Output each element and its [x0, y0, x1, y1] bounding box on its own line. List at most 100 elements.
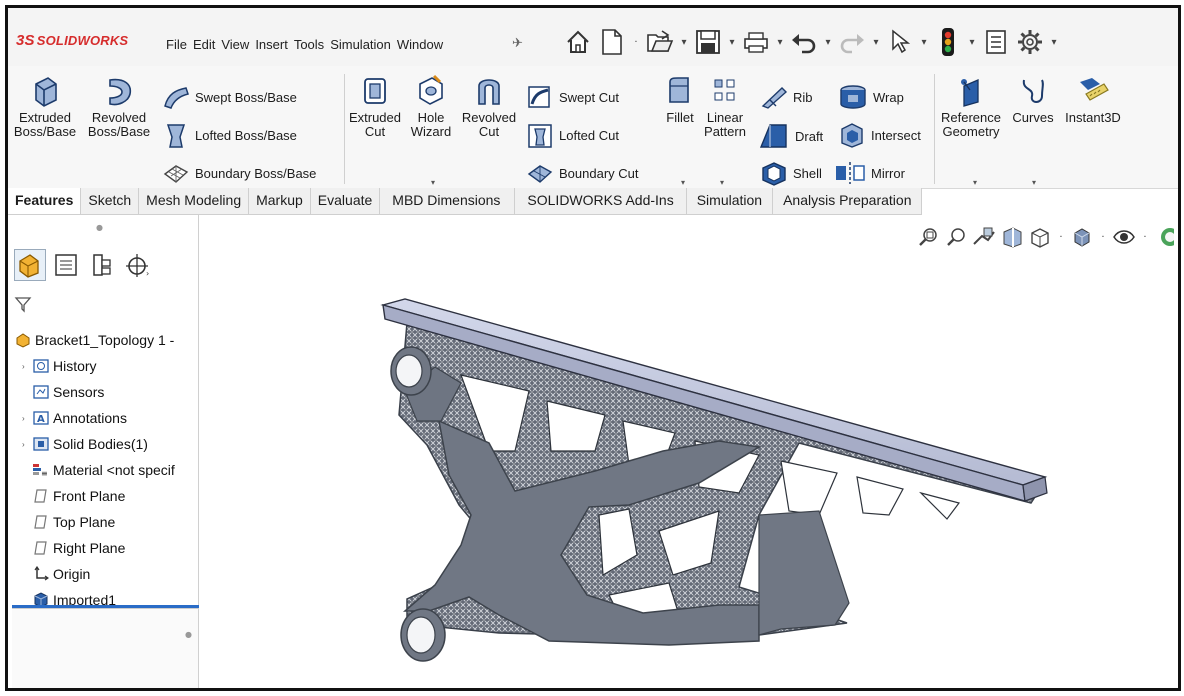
undo-dropdown-icon[interactable]: ▾	[823, 37, 833, 48]
instant3d-button[interactable]: Instant3D	[1060, 74, 1126, 125]
swept-cut-button[interactable]: Swept Cut	[526, 84, 619, 110]
swept-cut-icon	[528, 86, 550, 108]
graphics-area[interactable]: · · ·	[199, 215, 1178, 688]
tab-sketch[interactable]: Sketch	[81, 188, 140, 214]
tree-item-material[interactable]: ≡ Material <not specif	[14, 457, 175, 483]
tab-evaluate[interactable]: Evaluate	[311, 188, 381, 214]
select-icon[interactable]	[885, 26, 915, 58]
traffic-dropdown-icon[interactable]: ▾	[967, 37, 977, 48]
save-dropdown-icon[interactable]: ▾	[727, 37, 737, 48]
new-dropdown-icon[interactable]: ·	[631, 37, 641, 48]
tree-item-front-plane[interactable]: Front Plane	[14, 483, 175, 509]
expand-arrow-icon[interactable]: ›	[22, 414, 32, 423]
menu-window[interactable]: Window	[397, 37, 443, 52]
boundary-boss-button[interactable]: Boundary Boss/Base	[162, 160, 316, 186]
curves-button[interactable]: Curves	[1006, 74, 1060, 125]
lofted-cut-button[interactable]: Lofted Cut	[526, 121, 619, 149]
tab-simulation[interactable]: Simulation	[687, 188, 774, 214]
open-icon[interactable]	[645, 26, 675, 58]
redo-dropdown-icon[interactable]: ▾	[871, 37, 881, 48]
menu-view[interactable]: View	[221, 37, 249, 52]
tree-item-solid-bodies[interactable]: › Solid Bodies(1)	[14, 431, 175, 457]
logo-text: SOLIDWORKS	[36, 33, 129, 48]
revolved-cut-label-2: Cut	[478, 124, 500, 139]
undo-icon[interactable]	[789, 26, 819, 58]
shell-button[interactable]: Shell	[760, 160, 822, 186]
wrap-label: Wrap	[873, 89, 904, 105]
tree-item-sensors[interactable]: Sensors	[14, 379, 175, 405]
draft-button[interactable]: Draft	[758, 121, 823, 151]
hole-wizard-button[interactable]: Hole Wizard	[406, 74, 456, 139]
menu-edit[interactable]: Edit	[193, 37, 215, 52]
pin-icon[interactable]: ✈	[512, 36, 523, 51]
extruded-boss-button[interactable]: Extruded Boss/Base	[8, 74, 82, 139]
configuration-manager-tab-icon[interactable]	[86, 249, 118, 281]
revolved-boss-button[interactable]: Revolved Boss/Base	[82, 74, 156, 139]
extruded-cut-button[interactable]: Extruded Cut	[344, 74, 406, 139]
tree-item-top-plane[interactable]: Top Plane	[14, 509, 175, 535]
tab-mbd-dimensions[interactable]: MBD Dimensions	[380, 188, 516, 214]
print-dropdown-icon[interactable]: ▾	[775, 37, 785, 48]
tab-analysis-preparation[interactable]: Analysis Preparation	[773, 188, 923, 214]
fillet-label: Fillet	[666, 110, 694, 125]
revolved-cut-button[interactable]: Revolved Cut	[456, 74, 522, 139]
feature-manager-tab-icon[interactable]	[14, 249, 46, 281]
menu-tools[interactable]: Tools	[294, 37, 324, 52]
traffic-light-icon[interactable]	[933, 26, 963, 58]
rib-button[interactable]: Rib	[760, 84, 813, 110]
select-dropdown-icon[interactable]: ▾	[919, 37, 929, 48]
menu-insert[interactable]: Insert	[255, 37, 288, 52]
material-icon: ≡	[32, 462, 50, 478]
tree-item-annotations[interactable]: › A Annotations	[14, 405, 175, 431]
app-window: 3S SOLIDWORKS File Edit View Insert Tools…	[5, 5, 1181, 691]
tree-item-origin[interactable]: Origin	[14, 561, 175, 587]
file-properties-icon[interactable]	[981, 26, 1011, 58]
expand-arrow-icon[interactable]: ›	[22, 440, 32, 449]
redo-icon[interactable]	[837, 26, 867, 58]
print-icon[interactable]	[741, 26, 771, 58]
quick-access-toolbar: · ▾ ▾ ▾ ▾ ▾ ▾ ▾ ▾	[563, 22, 1059, 62]
tree-item-history[interactable]: › History	[14, 353, 175, 379]
tab-features[interactable]: Features	[8, 188, 82, 214]
save-icon[interactable]	[693, 26, 723, 58]
tab-solidworks-add-ins[interactable]: SOLIDWORKS Add-Ins	[515, 188, 687, 214]
expand-arrow-icon[interactable]: ›	[22, 362, 32, 371]
svg-text:≡: ≡	[41, 469, 48, 478]
panel-grip-icon[interactable]: ●	[96, 223, 103, 232]
curves-icon	[1022, 79, 1044, 103]
intersect-label: Intersect	[871, 127, 921, 143]
open-dropdown-icon[interactable]: ▾	[679, 37, 689, 48]
curves-label: Curves	[1012, 110, 1054, 125]
hole-series-dropdown-icon[interactable]: ▾	[431, 178, 435, 187]
solidworks-logo[interactable]: 3S SOLIDWORKS	[16, 32, 128, 49]
mirror-button[interactable]: Mirror	[834, 160, 905, 186]
fillet-dropdown-icon[interactable]: ▾	[681, 178, 685, 187]
bracket-topology-model[interactable]	[199, 215, 1178, 688]
property-manager-tab-icon[interactable]	[50, 249, 82, 281]
fillet-button[interactable]: Fillet	[660, 74, 700, 125]
wrap-button[interactable]: Wrap	[838, 84, 904, 110]
intersect-button[interactable]: Intersect	[838, 121, 921, 149]
panel-scroll-grip-icon[interactable]: ●	[185, 630, 192, 639]
extruded-boss-label-1: Extruded	[18, 110, 72, 125]
tab-markup[interactable]: Markup	[249, 188, 311, 214]
boundary-cut-button[interactable]: Boundary Cut	[526, 160, 639, 186]
options-dropdown-icon[interactable]: ▾	[1049, 37, 1059, 48]
new-document-icon[interactable]	[597, 26, 627, 58]
menu-file[interactable]: File	[166, 37, 187, 52]
reference-dropdown-icon[interactable]: ▾	[973, 178, 977, 187]
tree-item-right-plane[interactable]: Right Plane	[14, 535, 175, 561]
filter-icon[interactable]	[14, 295, 32, 317]
lofted-boss-button[interactable]: Lofted Boss/Base	[162, 121, 297, 149]
tab-mesh-modeling[interactable]: Mesh Modeling	[139, 188, 250, 214]
curves-dropdown-icon[interactable]: ▾	[1032, 178, 1036, 187]
options-gear-icon[interactable]	[1015, 26, 1045, 58]
swept-boss-button[interactable]: Swept Boss/Base	[162, 84, 297, 110]
menu-simulation[interactable]: Simulation	[330, 37, 391, 52]
linear-pattern-button[interactable]: Linear Pattern	[702, 74, 748, 139]
reference-geometry-button[interactable]: Reference Geometry	[936, 74, 1006, 139]
dimxpert-manager-tab-icon[interactable]: ›	[122, 249, 154, 281]
tree-root[interactable]: Bracket1_Topology 1 -	[14, 327, 175, 353]
pattern-dropdown-icon[interactable]: ▾	[720, 178, 724, 187]
home-icon[interactable]	[563, 26, 593, 58]
